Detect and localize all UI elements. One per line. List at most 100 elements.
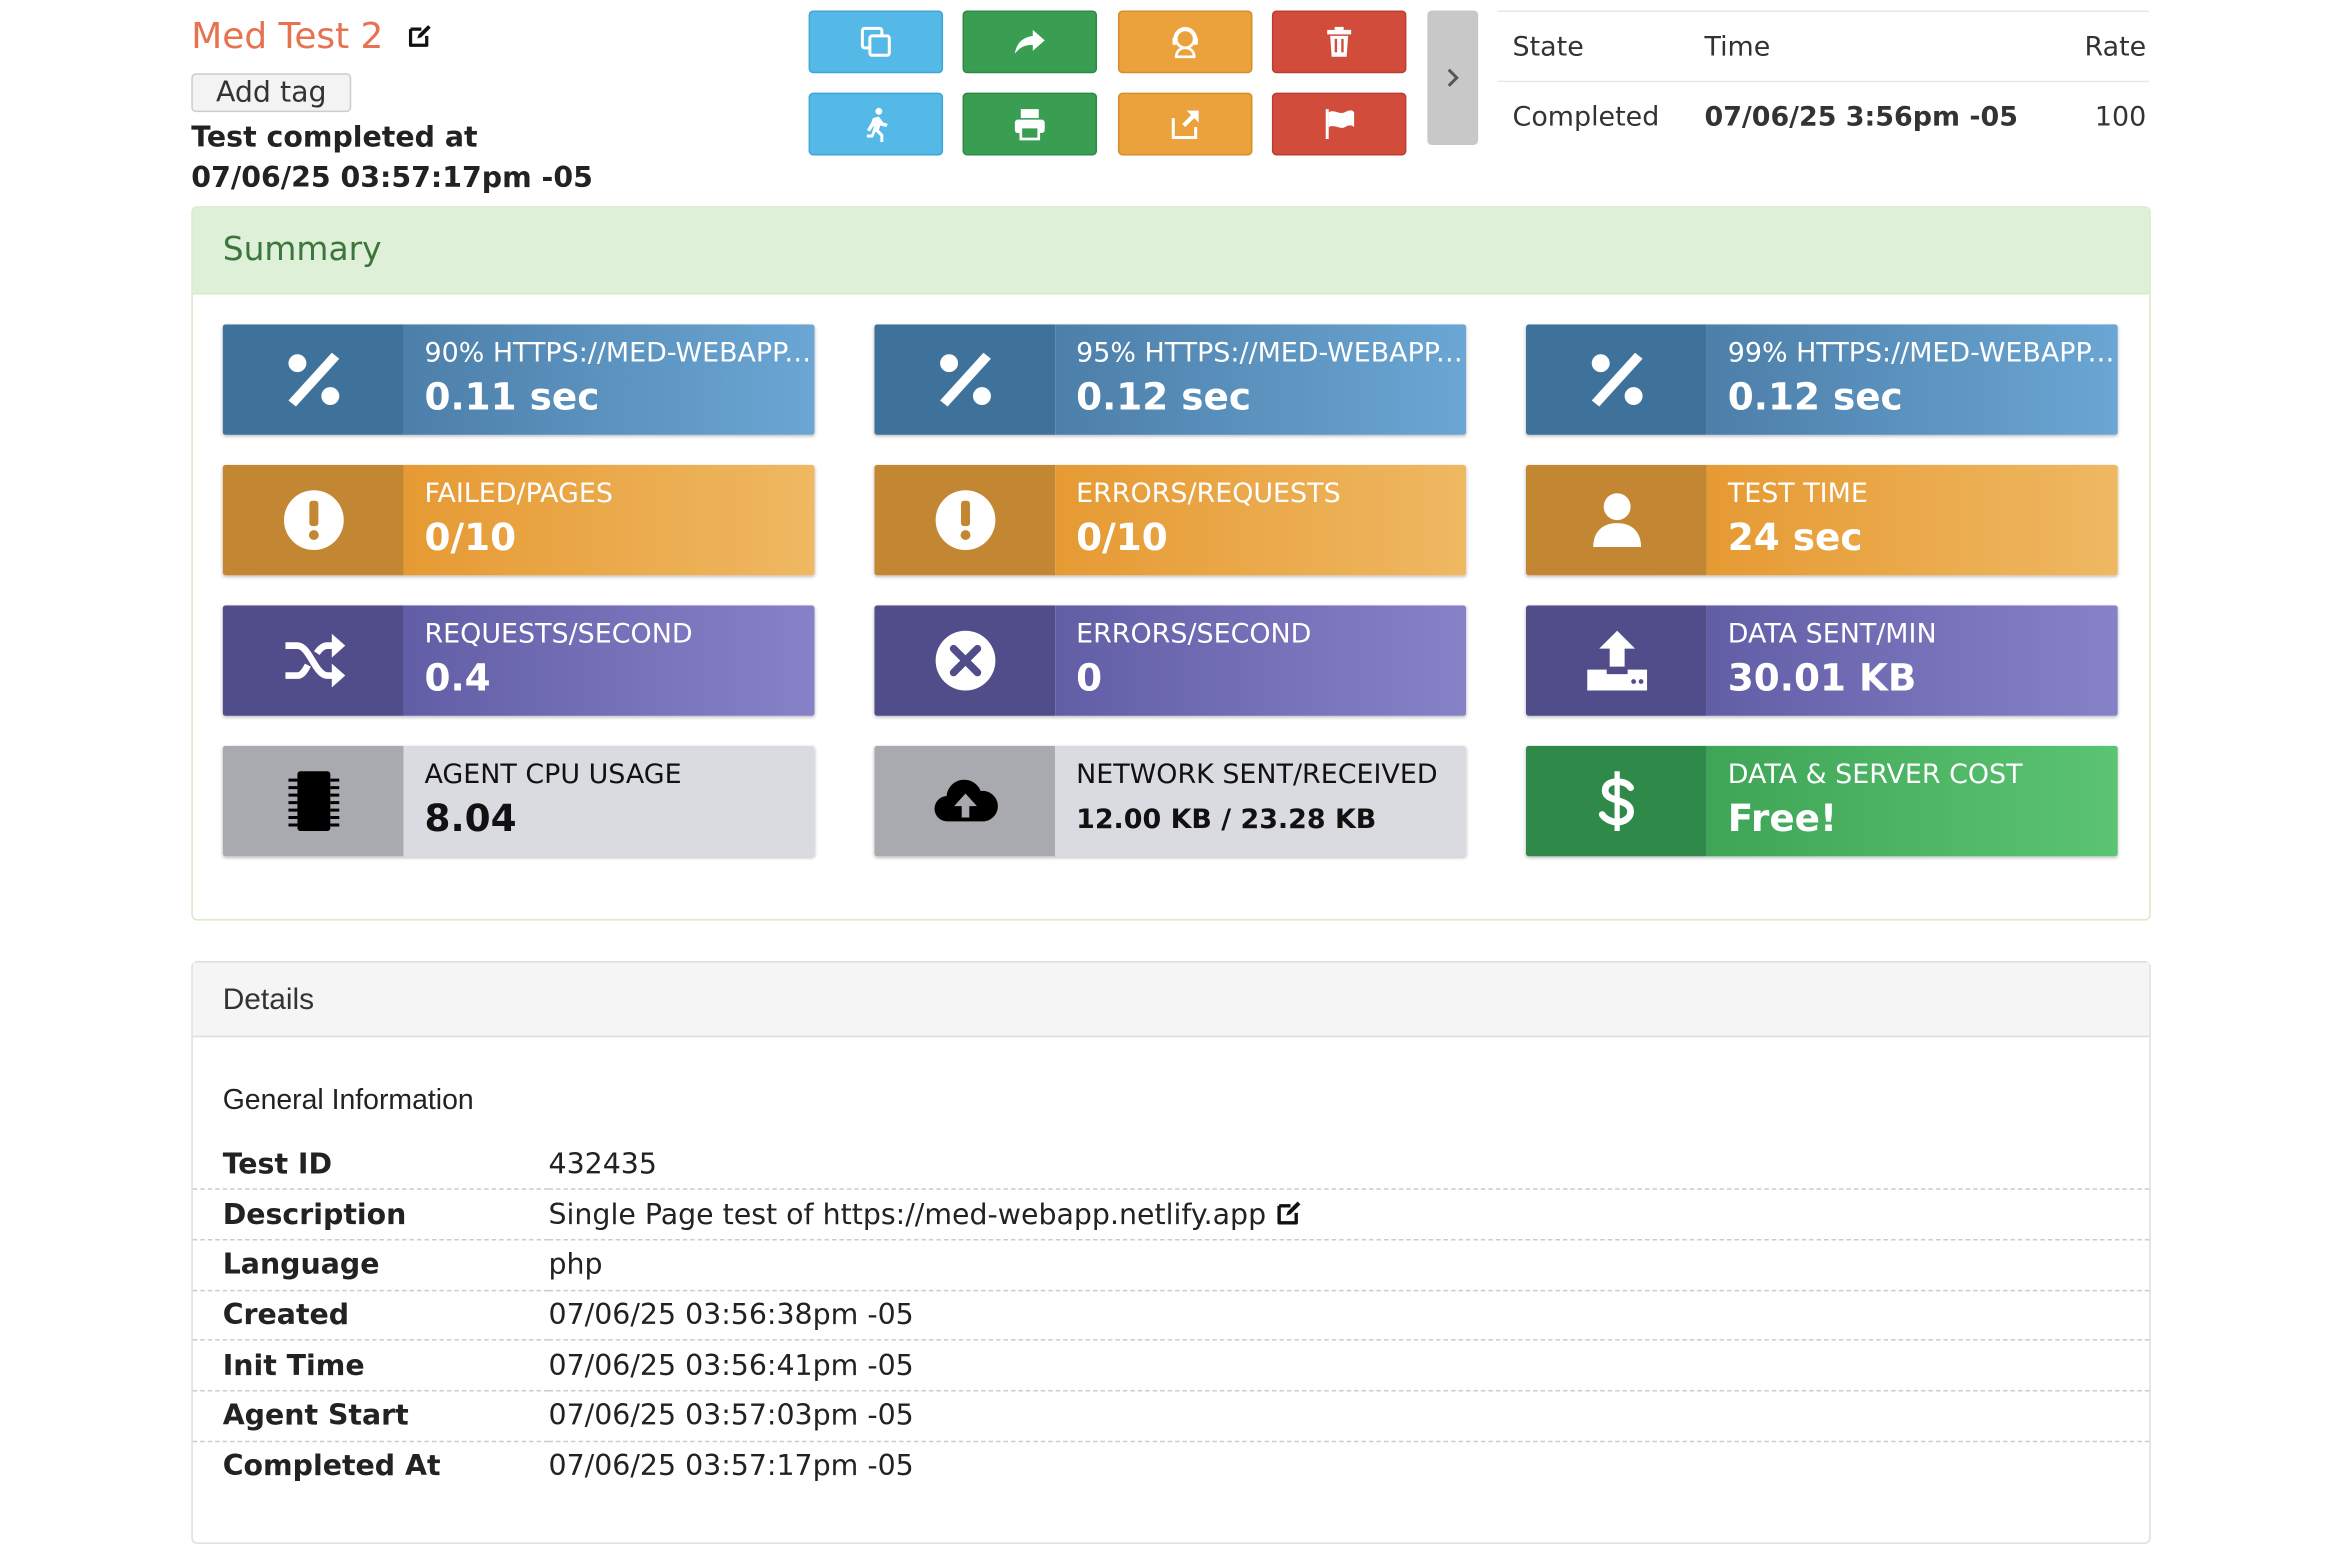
support-button[interactable] bbox=[1117, 10, 1253, 74]
share-button[interactable] bbox=[962, 10, 1098, 74]
summary-panel: Summary 90% HTTPS://MED-WEBAPP.NETLIFY.A… bbox=[191, 206, 2151, 921]
stat-tile-agent-cpu: AGENT CPU USAGE 8.04 bbox=[222, 745, 815, 857]
chevron-right-icon bbox=[1447, 68, 1459, 87]
flag-button[interactable] bbox=[1271, 92, 1407, 156]
stat-label: AGENT CPU USAGE bbox=[424, 759, 682, 791]
stat-tile-p99: 99% HTTPS://MED-WEBAPP.NETLIFY.APP 0.12 s… bbox=[1525, 324, 2118, 435]
edit-icon[interactable] bbox=[407, 22, 434, 49]
test-title: Med Test 2 bbox=[191, 15, 433, 57]
stat-label: NETWORK SENT/RECEIVED bbox=[1076, 759, 1438, 791]
run-button[interactable] bbox=[808, 92, 944, 156]
rate-header: Rate bbox=[2062, 10, 2150, 83]
state-header: State bbox=[1497, 10, 1690, 83]
stat-tile-errors-requests: ERRORS/REQUESTS 0/10 bbox=[874, 464, 1467, 576]
add-tag-button[interactable]: Add tag bbox=[191, 73, 352, 113]
stat-label: DATA SENT/MIN bbox=[1727, 618, 1937, 651]
stat-tile-test-time: TEST TIME 24 sec bbox=[1525, 464, 2118, 576]
time-header: Time bbox=[1689, 10, 2063, 83]
state-value: Completed bbox=[1512, 101, 1660, 133]
stat-value: 0/10 bbox=[1076, 515, 1168, 559]
detail-value: 07/06/25 03:57:03pm -05 bbox=[548, 1390, 2150, 1442]
state-table: State Time Rate Completed 07/06/25 3:56p… bbox=[1497, 10, 2150, 151]
test-title-text: Med Test 2 bbox=[191, 14, 384, 57]
detail-key: Description bbox=[192, 1189, 549, 1241]
exclamation-icon bbox=[222, 464, 404, 576]
detail-value: 07/06/25 03:57:17pm -05 bbox=[548, 1450, 914, 1483]
stat-value: 0.12 sec bbox=[1727, 375, 1903, 419]
stat-value: 0 bbox=[1076, 656, 1103, 700]
expand-toolbar-button[interactable] bbox=[1427, 10, 1479, 145]
copy-button[interactable] bbox=[808, 10, 944, 74]
detail-key: Completed At bbox=[222, 1450, 441, 1483]
stat-value: 0/10 bbox=[424, 515, 517, 559]
detail-key: Created bbox=[192, 1289, 549, 1342]
detail-key: Language bbox=[192, 1239, 549, 1291]
shuffle-icon bbox=[222, 605, 404, 716]
stat-tile-data-sent: DATA SENT/MIN 30.01 KB bbox=[1525, 605, 2118, 716]
table-row: Description Single Page test of https://… bbox=[192, 1189, 2150, 1241]
completed-label: Test completed at bbox=[191, 121, 478, 154]
table-row: Created 07/06/25 03:56:38pm -05 bbox=[192, 1289, 2150, 1342]
stat-tile-errors-second: ERRORS/SECOND 0 bbox=[874, 605, 1467, 716]
description-text: Single Page test of https://med-webapp.n… bbox=[548, 1197, 1267, 1231]
table-row: Agent Start 07/06/25 03:57:03pm -05 bbox=[192, 1390, 2150, 1442]
time-value: 07/06/25 3:56pm -05 bbox=[1704, 101, 2018, 133]
share-icon bbox=[1014, 29, 1045, 54]
stat-value: 0.11 sec bbox=[424, 375, 600, 419]
flag-icon bbox=[1325, 109, 1355, 139]
table-row: Language php bbox=[192, 1239, 2150, 1291]
state-table-row: Completed 07/06/25 3:56pm -05 100 bbox=[1498, 81, 2150, 151]
x-circle-icon bbox=[874, 605, 1056, 716]
completed-info: Test completed at 07/06/25 03:57:17pm -0… bbox=[191, 118, 593, 199]
completed-timestamp: 07/06/25 03:57:17pm -05 bbox=[191, 161, 593, 195]
stat-value: 12.00 KB / 23.28 KB bbox=[1076, 804, 1377, 836]
stat-value: 0.4 bbox=[424, 656, 491, 700]
exclamation-icon bbox=[874, 464, 1056, 576]
stat-value: 24 sec bbox=[1727, 515, 1863, 559]
table-row: Init Time 07/06/25 03:56:41pm -05 bbox=[192, 1340, 2150, 1392]
stat-tile-network: NETWORK SENT/RECEIVED 12.00 KB / 23.28 KB bbox=[874, 745, 1467, 857]
run-icon bbox=[866, 107, 888, 142]
table-row: Test ID 432435 bbox=[192, 1138, 2150, 1190]
table-row: Completed At 07/06/25 03:57:17pm -05 bbox=[193, 1441, 2149, 1491]
stat-value: 8.04 bbox=[424, 796, 517, 840]
summary-title: Summary bbox=[192, 207, 2150, 295]
print-button[interactable] bbox=[962, 92, 1098, 156]
detail-key: Agent Start bbox=[192, 1390, 549, 1442]
detail-key: Init Time bbox=[192, 1340, 549, 1392]
stat-value: 0.12 sec bbox=[1076, 375, 1252, 419]
general-information-heading: General Information bbox=[222, 1085, 474, 1117]
stat-label: REQUESTS/SECOND bbox=[424, 618, 693, 651]
stat-label: ERRORS/REQUESTS bbox=[1076, 478, 1341, 510]
export-button[interactable] bbox=[1117, 92, 1253, 156]
stat-tile-p95: 95% HTTPS://MED-WEBAPP.NETLIFY.APP 0.12 s… bbox=[874, 324, 1467, 435]
dollar-icon bbox=[1525, 745, 1707, 857]
stat-label: 90% HTTPS://MED-WEBAPP.NETLIFY.APP bbox=[424, 337, 814, 370]
details-panel: Details General Information Test ID 43243… bbox=[191, 961, 2151, 1544]
stat-label: TEST TIME bbox=[1727, 478, 1868, 510]
stat-label: ERRORS/SECOND bbox=[1076, 618, 1312, 651]
detail-value: 432435 bbox=[548, 1138, 2150, 1190]
details-table: Test ID 432435 Description Single Page te… bbox=[192, 1138, 2150, 1491]
delete-button[interactable] bbox=[1271, 10, 1407, 74]
stat-label: 99% HTTPS://MED-WEBAPP.NETLIFY.APP bbox=[1727, 337, 2118, 370]
rate-value: 100 bbox=[2094, 101, 2147, 133]
support-icon bbox=[1172, 27, 1198, 59]
detail-value: 07/06/25 03:56:41pm -05 bbox=[548, 1340, 2150, 1392]
print-icon bbox=[1014, 109, 1045, 141]
stat-label: DATA & SERVER COST bbox=[1727, 759, 2023, 791]
upload-icon bbox=[1525, 605, 1707, 716]
percent-icon bbox=[222, 324, 404, 435]
stat-tile-cost: DATA & SERVER COST Free! bbox=[1525, 745, 2118, 857]
stat-value: 30.01 KB bbox=[1727, 656, 1917, 700]
stat-tile-failed-pages: FAILED/PAGES 0/10 bbox=[222, 464, 815, 576]
cloud-upload-icon bbox=[874, 745, 1056, 857]
test-report-page: Med Test 2 Add tag Test completed at 07/… bbox=[0, 0, 2330, 1544]
stat-value: Free! bbox=[1727, 796, 1838, 840]
stat-label: FAILED/PAGES bbox=[424, 478, 613, 510]
details-title: Details bbox=[192, 962, 2150, 1038]
edit-icon[interactable] bbox=[1275, 1198, 1303, 1226]
trash-icon bbox=[1327, 26, 1352, 57]
percent-icon bbox=[874, 324, 1056, 435]
stat-label: 95% HTTPS://MED-WEBAPP.NETLIFY.APP bbox=[1076, 337, 1466, 370]
